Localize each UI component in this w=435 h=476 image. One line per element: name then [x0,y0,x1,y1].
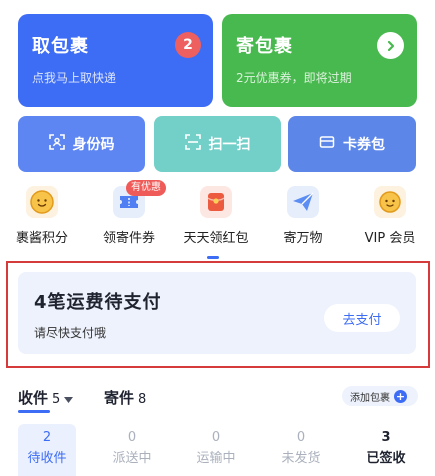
pay-button[interactable]: 去支付 [324,304,400,332]
service-vip[interactable]: VIP 会员 [348,186,432,250]
send-subtitle: 2元优惠券，即将过期 [236,71,352,85]
service-points[interactable]: 裹酱积分 [0,186,84,250]
pickup-count-badge: 2 [175,32,201,58]
tab-receive-label: 收件 [18,389,49,407]
status-count: 3 [381,430,391,445]
service-label: 裹酱积分 [15,231,68,246]
plus-icon: + [394,389,407,403]
vip-mascot-icon [374,186,406,218]
status-count: 0 [211,430,221,445]
mascot-points-icon [26,186,58,218]
pickup-subtitle: 点我马上取快递 [32,71,117,85]
pending-payment-panel[interactable]: 4笔运费待支付 请尽快支付哦 去支付 [18,272,416,354]
id-code-button[interactable]: 身份码 [18,116,145,172]
coupon-wallet-button[interactable]: 卡券包 [288,116,416,172]
tab-send[interactable]: 寄件 8 [104,387,146,408]
wallet-icon [319,134,335,154]
scan-icon [184,134,201,154]
service-label: 寄万物 [283,231,323,246]
scan-button[interactable]: 扫一扫 [154,116,281,172]
tab-receive-count: 5 [52,392,61,407]
promo-tag: 有优惠 [126,180,166,196]
status-to-pickup[interactable]: 2 待收件 [15,430,79,466]
status-not-shipped[interactable]: 0 未发货 [269,430,333,466]
pending-payment-title: 4笔运费待支付 [34,292,162,313]
status-label: 待收件 [27,451,67,466]
add-package-label: 添加包裹 [350,392,390,404]
red-packet-icon [200,186,232,218]
pickup-card[interactable]: 取包裹 点我马上取快递 2 [18,14,213,107]
pending-payment-subtitle: 请尽快支付哦 [34,326,107,340]
id-code-label: 身份码 [72,137,115,153]
status-label: 未发货 [281,451,321,466]
status-count: 0 [296,430,306,445]
status-in-transit[interactable]: 0 运输中 [184,430,248,466]
tab-send-count: 8 [138,392,147,407]
send-card[interactable]: 寄包裹 2元优惠券，即将过期 [222,14,417,107]
status-label: 运输中 [196,451,236,466]
caret-down-icon [64,389,74,407]
send-title: 寄包裹 [236,36,293,57]
status-count: 2 [42,430,52,445]
add-package-button[interactable]: 添加包裹 + [342,386,418,406]
tab-active-underline [18,410,50,413]
coupon-wallet-label: 卡券包 [343,137,385,153]
status-label: 已签收 [366,451,406,466]
page-indicator [207,256,219,259]
pickup-title: 取包裹 [32,36,89,57]
status-signed[interactable]: 3 已签收 [354,430,418,466]
status-label: 派送中 [112,451,152,466]
service-red-packet[interactable]: 天天领红包 [174,186,258,250]
paper-plane-icon [287,186,319,218]
service-label: 天天领红包 [183,231,249,246]
id-scan-icon [48,134,65,154]
tab-receive[interactable]: 收件 5 [18,387,74,408]
tab-send-label: 寄件 [104,389,135,407]
scan-label: 扫一扫 [208,137,251,153]
chevron-right-icon[interactable] [377,32,404,59]
status-delivering[interactable]: 0 派送中 [100,430,164,466]
service-label: 领寄件券 [102,231,155,246]
service-label: VIP 会员 [364,231,416,246]
status-count: 0 [127,430,137,445]
service-send-anything[interactable]: 寄万物 [261,186,345,250]
